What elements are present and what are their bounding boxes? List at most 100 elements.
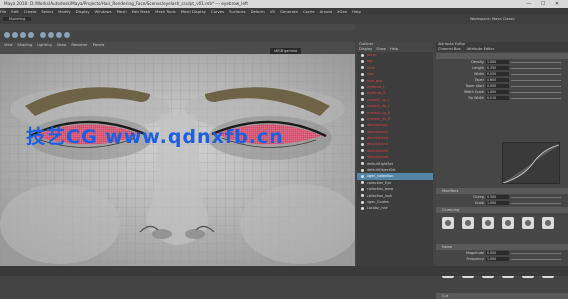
modifier-preset-icon[interactable] [522, 217, 534, 229]
viewport-3d[interactable]: 技艺CG www.qdnxfb.cn [0, 54, 355, 266]
menu-item[interactable]: Create [24, 8, 37, 15]
attribute-tab[interactable]: Channel Box [438, 47, 461, 51]
workspace-selector[interactable]: Workspace: Maya Classic [470, 17, 515, 21]
menu-item[interactable]: Mesh Tools [155, 8, 176, 15]
attribute-value-field[interactable]: 1.000 [486, 256, 509, 262]
attribute-tab[interactable]: Attribute Editor [467, 47, 495, 51]
outliner-item-label: collection_lash [367, 193, 392, 198]
modifier-preset-icon[interactable] [482, 217, 494, 229]
menu-item[interactable]: Surfaces [229, 8, 245, 15]
attribute-row: Scale 1.000 [436, 200, 568, 206]
outliner-item-label: defaultLightSet [367, 161, 393, 166]
menu-item[interactable]: Mesh Display [181, 8, 206, 15]
attribute-row: Tip Width 0.010 [436, 95, 568, 101]
attribute-slider[interactable] [511, 67, 561, 69]
menu-item[interactable]: Edit Mesh [132, 8, 151, 15]
minimize-button[interactable]: — [522, 0, 536, 8]
modifier-preset-icon[interactable] [442, 217, 454, 229]
attribute-value-field[interactable]: 1.000 [486, 200, 509, 206]
node-icon [361, 136, 364, 140]
outliner-item[interactable]: Locator_hair [357, 205, 433, 211]
attribute-slider[interactable] [511, 252, 561, 254]
attribute-value-field[interactable]: 0.020 [486, 71, 509, 77]
viewport-menu-item[interactable]: Shading [18, 43, 33, 47]
menu-item[interactable]: Arnold [320, 8, 332, 15]
menu-item[interactable]: Deform [251, 8, 265, 15]
outliner-item-label: xgen_collection [367, 174, 394, 179]
menu-item[interactable]: Windows [95, 8, 112, 15]
shelf-tabs[interactable] [0, 24, 355, 30]
attribute-slider[interactable] [511, 73, 561, 75]
modifier-preset-icon[interactable] [462, 217, 474, 229]
menu-item[interactable]: Display [76, 8, 90, 15]
outliner-menu-item[interactable]: Show [376, 47, 386, 51]
outliner-item-label: xgen_Guides [367, 199, 389, 204]
attribute-slider[interactable] [511, 85, 561, 87]
close-button[interactable]: ✕ [550, 0, 564, 8]
time-slider[interactable] [0, 266, 568, 276]
menu-item[interactable]: Edit [11, 8, 18, 15]
node-icon [361, 91, 364, 95]
outliner-menu-item[interactable]: Display [359, 47, 372, 51]
menu-item[interactable]: XGen [337, 8, 347, 15]
attribute-slider[interactable] [511, 202, 561, 204]
attribute-slider[interactable] [511, 196, 561, 198]
ramp-graph[interactable] [502, 142, 560, 184]
menu-item[interactable]: Modify [58, 8, 71, 15]
outliner-item-label: description6 [367, 155, 389, 160]
node-icon [361, 130, 364, 134]
modifier-preset-icon[interactable] [542, 217, 554, 229]
node-icon [361, 168, 364, 172]
node-icon [361, 104, 364, 108]
attribute-slider[interactable] [511, 61, 561, 63]
menu-item[interactable]: Help [352, 8, 361, 15]
attribute-value-field[interactable]: 0.350 [486, 65, 509, 71]
node-icon [361, 79, 364, 83]
viewport-menu-item[interactable]: Lighting [37, 43, 52, 47]
node-icon [361, 123, 364, 127]
attribute-value-field[interactable]: 0.000 [486, 250, 509, 256]
preset-shape-icon [465, 220, 471, 226]
mode-selector[interactable]: Modeling [3, 17, 32, 21]
outliner-item-label: collection_brow [367, 187, 394, 192]
cut-section[interactable]: Cut [436, 293, 568, 299]
maximize-button[interactable]: ☐ [536, 0, 550, 8]
viewport-menu-item[interactable]: View [4, 43, 13, 47]
node-icon [361, 117, 364, 121]
outliner-menu-item[interactable]: Help [390, 47, 398, 51]
shelf-tool-icon[interactable] [12, 32, 18, 38]
shelf-tool-icon[interactable] [48, 32, 54, 38]
attribute-value-field[interactable]: 1.000 [486, 59, 509, 65]
viewport-menu-item[interactable]: Renderer [71, 43, 87, 47]
attribute-slider[interactable] [511, 258, 561, 260]
shelf-tool-icon[interactable] [56, 32, 62, 38]
viewport-menu-item[interactable]: Panels [93, 43, 105, 47]
viewport-menu-item[interactable]: Show [57, 43, 67, 47]
node-icon [361, 155, 364, 159]
menu-item[interactable]: Select [41, 8, 53, 15]
modifier-preset-icon[interactable] [502, 217, 514, 229]
menu-item[interactable]: UV [270, 8, 275, 15]
outliner-item-label: eyebrow_L [367, 84, 386, 89]
outliner-item-label: persp [367, 53, 377, 57]
attribute-slider[interactable] [511, 79, 561, 81]
attribute-slider[interactable] [511, 97, 561, 99]
shelf-tool-icon[interactable] [20, 32, 26, 38]
shelf-tool-icon[interactable] [4, 32, 10, 38]
shelf-tool-icon[interactable] [28, 32, 34, 38]
menu-item[interactable]: File [0, 8, 6, 15]
attribute-slider[interactable] [511, 91, 561, 93]
attribute-value-field[interactable]: 0.010 [486, 95, 509, 101]
menu-item[interactable]: Curves [211, 8, 224, 15]
attribute-value-field[interactable]: 1.000 [486, 89, 509, 95]
menu-item[interactable]: Mesh [117, 8, 127, 15]
menu-item[interactable]: Generate [280, 8, 298, 15]
preset-shape-icon [485, 220, 491, 226]
shelf-tool-icon[interactable] [40, 32, 46, 38]
menu-item[interactable]: Cache [303, 8, 315, 15]
attribute-value-field[interactable]: 0.600 [486, 77, 509, 83]
outliner-item-label: description2 [367, 129, 389, 134]
attribute-value-field[interactable]: 0.500 [486, 194, 509, 200]
shelf-tool-icon[interactable] [64, 32, 70, 38]
attribute-value-field[interactable]: 0.000 [486, 83, 509, 89]
